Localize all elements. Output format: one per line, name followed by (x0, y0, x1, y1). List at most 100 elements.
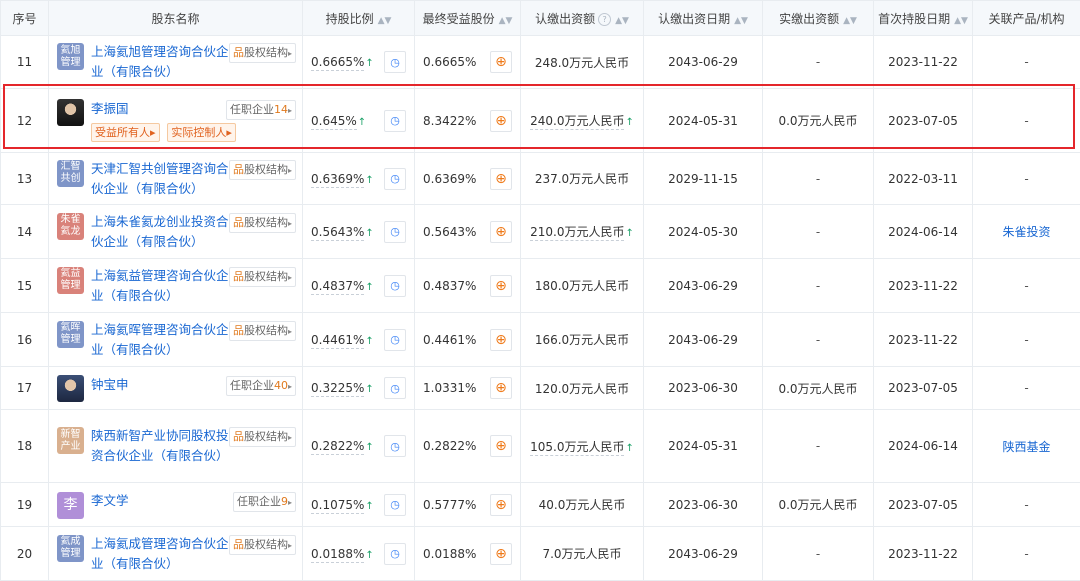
penetration-target-icon[interactable]: ⊕ (490, 543, 512, 565)
serve-company-button[interactable]: 任职企业14▸ (226, 100, 296, 120)
header-capital[interactable]: 认缴出资额?▲▼ (521, 1, 644, 36)
org-chart-icon: 品 (233, 270, 244, 283)
equity-structure-button[interactable]: 品股权结构▸ (229, 43, 296, 63)
related-org-link[interactable]: 朱雀投资 (973, 205, 1080, 259)
shareholding-ratio[interactable]: 0.0188% (311, 547, 364, 563)
history-clock-icon[interactable]: ◷ (384, 494, 406, 516)
header-ratio[interactable]: 持股比例▲▼ (303, 1, 415, 36)
beneficial-owner-tag[interactable]: 受益所有人▸ (91, 123, 160, 142)
penetration-target-icon[interactable]: ⊕ (490, 275, 512, 297)
equity-structure-button[interactable]: 品股权结构▸ (229, 160, 296, 180)
company-logo: 新智 产业 (57, 427, 84, 454)
help-icon[interactable]: ? (598, 13, 611, 26)
shareholding-ratio[interactable]: 0.5643% (311, 225, 364, 241)
subscribed-capital[interactable]: 240.0万元人民币 (530, 114, 624, 130)
history-clock-icon[interactable]: ◷ (384, 110, 406, 132)
subscribed-date: 2023-06-30 (644, 367, 763, 410)
row-index: 19 (1, 483, 49, 527)
history-clock-icon[interactable]: ◷ (384, 329, 406, 351)
header-final[interactable]: 最终受益股份▲▼ (415, 1, 521, 36)
history-clock-icon[interactable]: ◷ (384, 377, 406, 399)
company-logo: 氦成 管理 (57, 535, 84, 562)
sort-icon[interactable]: ▲▼ (378, 16, 392, 26)
chevron-right-icon: ▸ (288, 166, 292, 175)
table-row: 14 朱雀 氦龙 上海朱雀氦龙创业投资合伙企业（有限合伙） 品股权结构▸ 0.5… (1, 205, 1080, 259)
related-org: - (973, 527, 1080, 581)
equity-structure-button[interactable]: 品股权结构▸ (229, 535, 296, 555)
table-row: 19 李 李文学 任职企业9▸ 0.1075%↑◷ 0.5777%⊕ 40.0万… (1, 483, 1080, 527)
sort-icon[interactable]: ▲▼ (615, 16, 629, 26)
table-row: 13 汇智 共创 天津汇智共创管理咨询合伙企业（有限合伙） 品股权结构▸ 0.6… (1, 153, 1080, 205)
shareholding-ratio[interactable]: 0.2822% (311, 439, 364, 455)
shareholder-name-link[interactable]: 上海氦成管理咨询合伙企业（有限合伙） (91, 534, 229, 574)
equity-structure-button[interactable]: 品股权结构▸ (229, 213, 296, 233)
sort-icon[interactable]: ▲▼ (499, 16, 513, 26)
shareholding-ratio[interactable]: 0.6369% (311, 172, 364, 188)
shareholder-name-link[interactable]: 陕西新智产业协同股权投资合伙企业（有限合伙） (91, 426, 229, 466)
header-cap-date[interactable]: 认缴出资日期▲▼ (644, 1, 763, 36)
sort-icon[interactable]: ▲▼ (843, 16, 857, 26)
actual-controller-tag[interactable]: 实际控制人▸ (167, 123, 236, 142)
shareholding-ratio[interactable]: 0.6665% (311, 55, 364, 71)
shareholding-ratio[interactable]: 0.4461% (311, 333, 364, 349)
chevron-right-icon: ▸ (288, 106, 292, 115)
header-paid[interactable]: 实缴出资额▲▼ (763, 1, 874, 36)
shareholder-name-link[interactable]: 上海朱雀氦龙创业投资合伙企业（有限合伙） (91, 212, 229, 252)
penetration-target-icon[interactable]: ⊕ (490, 110, 512, 132)
org-chart-icon: 品 (233, 430, 244, 443)
shareholder-name-link[interactable]: 李振国 (91, 99, 129, 119)
first-hold-date: 2024-06-14 (874, 205, 973, 259)
org-chart-icon: 品 (233, 46, 244, 59)
history-clock-icon[interactable]: ◷ (384, 51, 406, 73)
shareholding-ratio[interactable]: 0.4837% (311, 279, 364, 295)
penetration-target-icon[interactable]: ⊕ (490, 435, 512, 457)
penetration-target-icon[interactable]: ⊕ (490, 168, 512, 190)
subscribed-date: 2043-06-29 (644, 527, 763, 581)
penetration-target-icon[interactable]: ⊕ (490, 377, 512, 399)
table-row: 11 氦旭 管理 上海氦旭管理咨询合伙企业（有限合伙） 品股权结构▸ 0.666… (1, 36, 1080, 89)
paid-capital: 0.0万元人民币 (763, 367, 874, 410)
shareholder-name-link[interactable]: 天津汇智共创管理咨询合伙企业（有限合伙） (91, 159, 229, 199)
subscribed-capital: 120.0万元人民币 (521, 367, 644, 410)
penetration-target-icon[interactable]: ⊕ (490, 221, 512, 243)
arrow-up-icon: ↑ (365, 228, 373, 239)
shareholding-ratio[interactable]: 0.645% (311, 114, 357, 130)
history-clock-icon[interactable]: ◷ (384, 275, 406, 297)
chevron-right-icon: ▸ (288, 541, 292, 550)
shareholding-ratio[interactable]: 0.3225% (311, 381, 364, 397)
related-org: - (973, 89, 1080, 153)
history-clock-icon[interactable]: ◷ (384, 435, 406, 457)
shareholding-ratio[interactable]: 0.1075% (311, 498, 364, 514)
penetration-target-icon[interactable]: ⊕ (490, 329, 512, 351)
sort-icon[interactable]: ▲▼ (734, 16, 748, 26)
subscribed-capital[interactable]: 105.0万元人民币 (530, 440, 624, 456)
arrow-up-icon: ↑ (365, 336, 373, 347)
related-org: - (973, 36, 1080, 89)
subscribed-date: 2024-05-31 (644, 410, 763, 483)
history-clock-icon[interactable]: ◷ (384, 543, 406, 565)
arrow-up-icon: ↑ (625, 117, 633, 128)
shareholder-name-link[interactable]: 李文学 (91, 491, 129, 511)
shareholder-name-link[interactable]: 上海氦益管理咨询合伙企业（有限合伙） (91, 266, 229, 306)
history-clock-icon[interactable]: ◷ (384, 168, 406, 190)
equity-structure-button[interactable]: 品股权结构▸ (229, 321, 296, 341)
serve-company-button[interactable]: 任职企业40▸ (226, 376, 296, 396)
shareholder-name-link[interactable]: 上海氦旭管理咨询合伙企业（有限合伙） (91, 42, 229, 82)
shareholder-name-link[interactable]: 上海氦晖管理咨询合伙企业（有限合伙） (91, 320, 229, 360)
final-benefit-share: 1.0331% (423, 381, 476, 395)
final-benefit-share: 0.4837% (423, 279, 476, 293)
serve-company-button[interactable]: 任职企业9▸ (233, 492, 296, 512)
penetration-target-icon[interactable]: ⊕ (490, 51, 512, 73)
paid-capital: - (763, 36, 874, 89)
related-org-link[interactable]: 陕西基金 (973, 410, 1080, 483)
header-first-date[interactable]: 首次持股日期▲▼ (874, 1, 973, 36)
equity-structure-button[interactable]: 品股权结构▸ (229, 267, 296, 287)
penetration-target-icon[interactable]: ⊕ (490, 494, 512, 516)
history-clock-icon[interactable]: ◷ (384, 221, 406, 243)
subscribed-capital[interactable]: 210.0万元人民币 (530, 225, 624, 241)
sort-icon[interactable]: ▲▼ (954, 16, 968, 26)
shareholder-name-link[interactable]: 钟宝申 (91, 375, 129, 395)
org-chart-icon: 品 (233, 538, 244, 551)
person-avatar (57, 375, 84, 402)
equity-structure-button[interactable]: 品股权结构▸ (229, 427, 296, 447)
